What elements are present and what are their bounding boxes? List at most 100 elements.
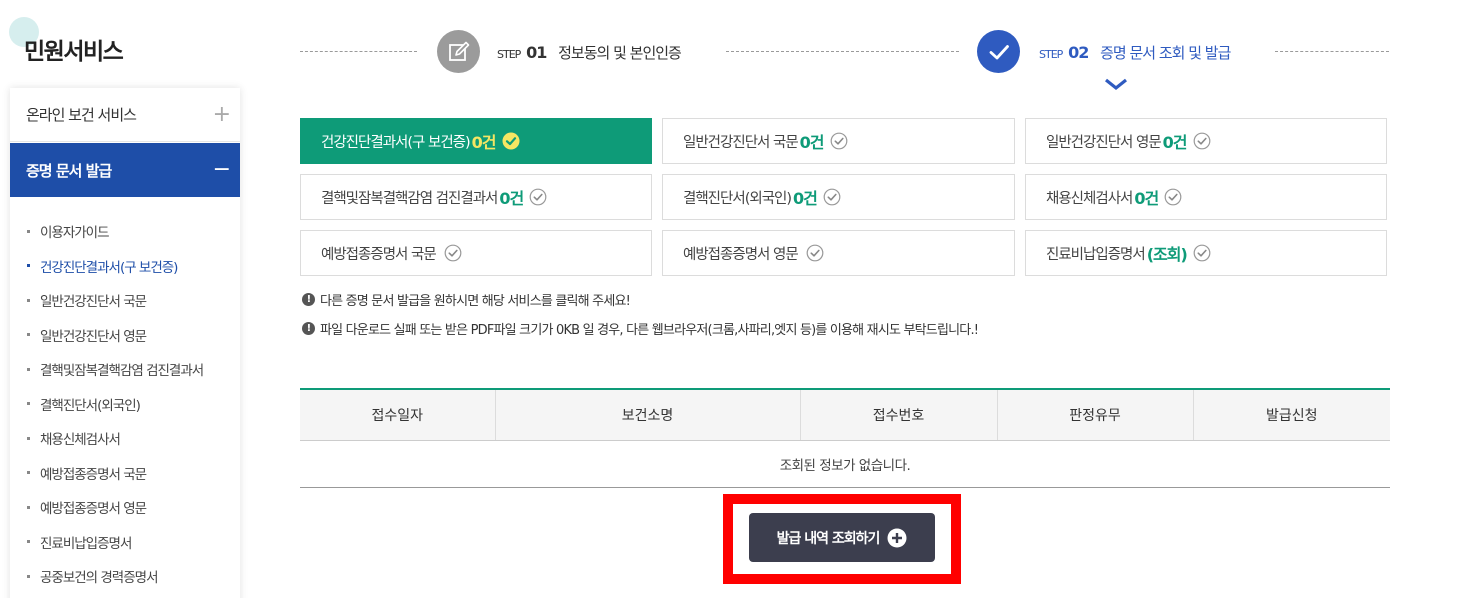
step-title: 증명 문서 조회 및 발급 (1100, 44, 1231, 62)
sidebar-item-vaccination-en[interactable]: 예방접종증명서 영문 (10, 490, 240, 525)
doc-count: 0건 (1162, 133, 1188, 152)
bullet-icon (27, 333, 30, 337)
doc-tb-diagnosis-foreigner[interactable]: 결핵진단서(외국인) 0건 (662, 174, 1015, 220)
column-header: 발급신청 (1192, 389, 1390, 441)
doc-label: 예방접종증명서 영문 (683, 246, 799, 263)
doc-count: (조회) (1146, 245, 1188, 264)
bullet-icon (27, 574, 30, 578)
sidebar-item-employment-physical[interactable]: 채용신체검사서 (10, 421, 240, 456)
sidebar-submenu-list: 이용자가이드 건강진단결과서(구 보건증) 일반건강진단서 국문 일반건강진단서… (10, 197, 240, 594)
sidebar-item-vaccination-kr[interactable]: 예방접종증명서 국문 (10, 456, 240, 491)
step-number: 02 (1068, 43, 1089, 62)
sidebar-menu-label: 증명 문서 발급 (26, 161, 112, 180)
collapse-minus-icon: − (212, 157, 231, 182)
issuance-history-table: 접수일자 보건소명 접수번호 판정유무 발급신청 조회된 정보가 없습니다. (300, 388, 1390, 488)
table-row: 조회된 정보가 없습니다. (300, 440, 1390, 488)
step-divider (300, 51, 417, 52)
sidebar-menu-online-health-service[interactable]: 온라인 보건 서비스 + (10, 88, 240, 142)
doc-count: 0건 (799, 133, 825, 152)
doc-label: 일반건강진단서 영문 (1046, 134, 1162, 151)
doc-count: 0건 (471, 133, 497, 152)
exclamation-icon: ! (302, 322, 315, 335)
sidebar-item-label: 결핵진단서(외국인) (40, 397, 141, 414)
plus-circle-icon (887, 528, 907, 548)
check-circle-icon (806, 244, 824, 262)
bullet-icon (27, 367, 30, 371)
check-circle-icon (529, 188, 547, 206)
doc-general-health-kr[interactable]: 일반건강진단서 국문 0건 (662, 118, 1015, 164)
sidebar-item-general-health-en[interactable]: 일반건강진단서 영문 (10, 318, 240, 353)
bullet-icon (27, 436, 30, 440)
empty-message: 조회된 정보가 없습니다. (300, 440, 1390, 488)
step-title: 정보동의 및 본인인증 (558, 44, 682, 62)
bullet-icon (27, 402, 30, 406)
doc-medical-payment[interactable]: 진료비납입증명서 (조회) (1025, 230, 1387, 276)
sidebar-item-label: 예방접종증명서 영문 (40, 501, 147, 518)
check-circle-icon (444, 244, 462, 262)
check-circle-icon (1164, 188, 1182, 206)
sidebar-item-general-health-kr[interactable]: 일반건강진단서 국문 (10, 283, 240, 318)
lookup-issuance-history-button[interactable]: 발급 내역 조회하기 (749, 513, 935, 562)
doc-label: 결핵및잠복결핵감염 검진결과서 (321, 190, 498, 207)
sidebar-item-medical-payment[interactable]: 진료비납입증명서 (10, 525, 240, 560)
sidebar-item-public-health-career[interactable]: 공중보건의 경력증명서 (10, 559, 240, 594)
doc-count: 0건 (793, 189, 818, 208)
column-header: 접수번호 (799, 389, 997, 441)
doc-employment-physical[interactable]: 채용신체검사서 0건 (1025, 174, 1387, 220)
check-circle-icon (1193, 244, 1211, 262)
doc-vaccination-en[interactable]: 예방접종증명서 영문 (662, 230, 1015, 276)
notice-text: 다른 증명 문서 발급을 원하시면 해당 서비스를 클릭해 주세요! (320, 294, 631, 309)
notice-text: 파일 다운로드 실패 또는 받은 PDF파일 크기가 0KB 일 경우, 다른 … (320, 323, 979, 338)
column-header: 판정유무 (996, 389, 1193, 441)
check-icon (977, 30, 1020, 73)
doc-label: 결핵진단서(외국인) (683, 190, 792, 207)
sidebar-item-label: 채용신체검사서 (40, 432, 121, 449)
table-header-row: 접수일자 보건소명 접수번호 판정유무 발급신청 (300, 389, 1390, 441)
expand-plus-icon: + (212, 101, 231, 127)
doc-label: 진료비납입증명서 (1046, 246, 1146, 263)
sidebar-item-tb-screening[interactable]: 결핵및잠복결핵감염 검진결과서 (10, 352, 240, 387)
sidebar-menu-label: 온라인 보건 서비스 (26, 106, 137, 124)
sidebar-item-label: 이용자가이드 (40, 225, 110, 242)
step-divider (726, 51, 959, 52)
check-circle-icon (830, 132, 848, 150)
doc-label: 예방접종증명서 국문 (321, 246, 437, 263)
notice-line: ! 다른 증명 문서 발급을 원하시면 해당 서비스를 클릭해 주세요! (302, 290, 631, 309)
step-1-label: STEP 01 정보동의 및 본인인증 (497, 42, 682, 63)
sidebar: 온라인 보건 서비스 + 증명 문서 발급 − 이용자가이드 건강진단결과서(구… (10, 88, 240, 598)
bullet-icon (27, 471, 30, 475)
column-header: 접수일자 (300, 389, 495, 441)
bullet-icon (27, 229, 30, 233)
sidebar-item-label: 건강진단결과서(구 보건증) (40, 259, 178, 276)
doc-label: 일반건강진단서 국문 (683, 134, 799, 151)
doc-label: 건강진단결과서(구 보건증) (321, 134, 471, 151)
check-circle-icon (502, 132, 520, 150)
notice-line: ! 파일 다운로드 실패 또는 받은 PDF파일 크기가 0KB 일 경우, 다… (302, 319, 979, 338)
sidebar-item-label: 일반건강진단서 영문 (40, 328, 147, 345)
sidebar-menu-certificate-issuance[interactable]: 증명 문서 발급 − (10, 143, 240, 197)
doc-general-health-en[interactable]: 일반건강진단서 영문 0건 (1025, 118, 1387, 164)
doc-count: 0건 (1134, 189, 1159, 208)
sidebar-item-label: 진료비납입증명서 (40, 535, 132, 552)
exclamation-icon: ! (302, 293, 315, 306)
page-title: 민원서비스 (24, 39, 124, 65)
doc-count: 0건 (499, 189, 524, 208)
step-number: 01 (526, 43, 547, 62)
doc-tb-screening[interactable]: 결핵및잠복결핵감염 검진결과서 0건 (300, 174, 652, 220)
doc-vaccination-kr[interactable]: 예방접종증명서 국문 (300, 230, 652, 276)
step-prefix: STEP (1039, 48, 1063, 61)
step-prefix: STEP (497, 48, 521, 61)
sidebar-item-user-guide[interactable]: 이용자가이드 (10, 214, 240, 249)
sidebar-item-label: 공중보건의 경력증명서 (40, 570, 158, 587)
current-step-caret-icon (1105, 78, 1127, 91)
sidebar-item-label: 결핵및잠복결핵감염 검진결과서 (40, 363, 204, 380)
step-2-label: STEP 02 증명 문서 조회 및 발급 (1039, 42, 1231, 63)
bullet-icon (27, 298, 30, 302)
step-divider (1275, 51, 1389, 52)
doc-health-certificate[interactable]: 건강진단결과서(구 보건증) 0건 (300, 118, 652, 164)
bullet-icon (27, 264, 30, 268)
sidebar-item-health-certificate[interactable]: 건강진단결과서(구 보건증) (10, 249, 240, 284)
sidebar-item-tb-diagnosis-foreigner[interactable]: 결핵진단서(외국인) (10, 387, 240, 422)
pencil-edit-icon (437, 30, 480, 73)
bullet-icon (27, 540, 30, 544)
